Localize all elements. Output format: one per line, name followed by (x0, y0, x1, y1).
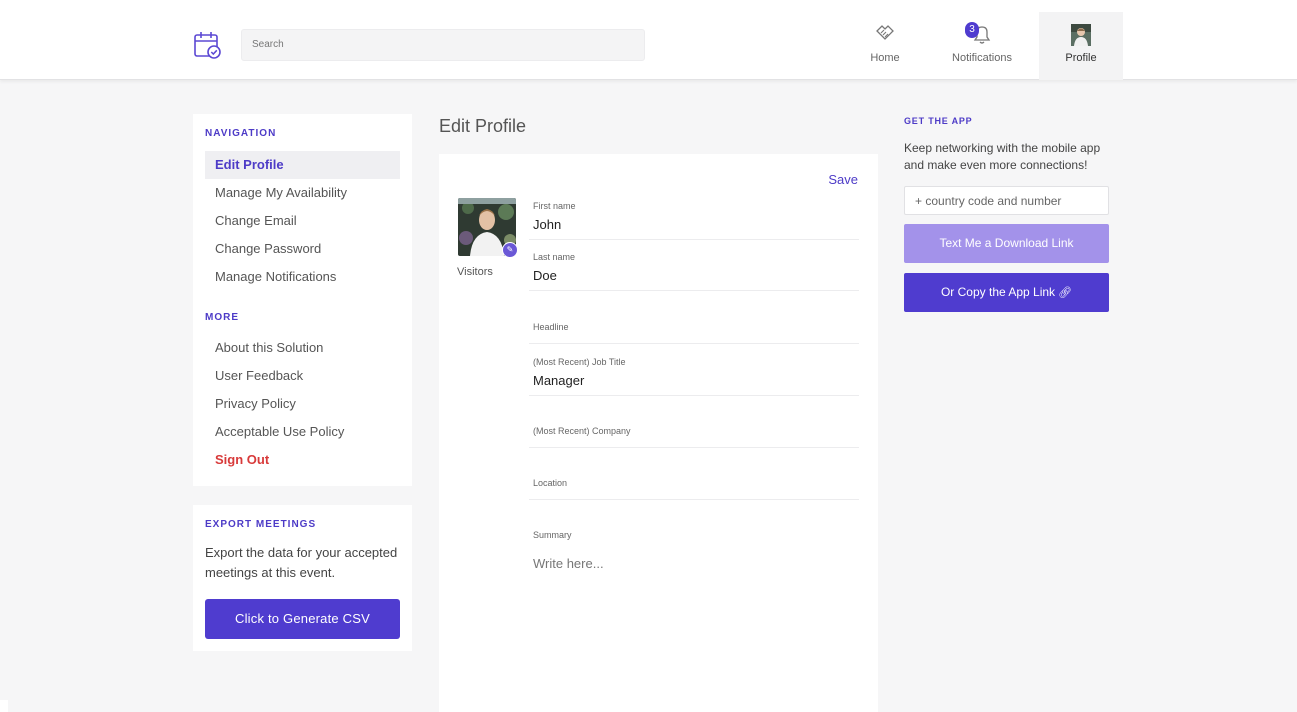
edit-profile-form: Save ✎ Visitors First name John Last nam… (439, 154, 878, 712)
sidebar-item-edit-profile[interactable]: Edit Profile (205, 151, 400, 179)
sign-out-link[interactable]: Sign Out (205, 446, 400, 474)
nav-profile-label: Profile (1065, 52, 1097, 64)
last-name-field[interactable]: Last name Doe (529, 240, 859, 291)
photo-caption: Visitors (457, 266, 493, 278)
app-section-title: GET THE APP (904, 116, 973, 126)
phone-number-input[interactable] (904, 186, 1109, 215)
job-title-field[interactable]: (Most Recent) Job Title Manager (529, 345, 859, 396)
link-icon: 🔗︎ (1058, 287, 1073, 299)
sidebar-item-manage-availability[interactable]: Manage My Availability (205, 179, 400, 207)
app-description: Keep networking with the mobile app and … (904, 141, 1101, 172)
last-name-label: Last name (533, 252, 576, 262)
sidebar-item-user-feedback[interactable]: User Feedback (205, 362, 400, 390)
nav-profile[interactable]: Profile (1039, 12, 1123, 80)
page-edge (0, 700, 8, 712)
company-field[interactable]: (Most Recent) Company (529, 397, 859, 448)
location-label: Location (533, 478, 568, 488)
nav-notifications-label: Notifications (952, 52, 1012, 64)
edit-photo-icon[interactable]: ✎ (502, 242, 518, 258)
job-title-label: (Most Recent) Job Title (533, 357, 626, 367)
sidebar-item-change-email[interactable]: Change Email (205, 207, 400, 235)
sidebar-item-about[interactable]: About this Solution (205, 334, 400, 362)
export-section-title: EXPORT MEETINGS (205, 519, 317, 530)
avatar (1071, 24, 1091, 46)
first-name-value[interactable]: John (533, 217, 561, 232)
copy-app-link-button[interactable]: Or Copy the App Link 🔗︎ (904, 273, 1109, 312)
job-title-value[interactable]: Manager (533, 373, 584, 388)
summary-label: Summary (533, 530, 572, 540)
handshake-icon (874, 22, 896, 47)
navigation-section-title: NAVIGATION (205, 128, 277, 139)
sidebar-item-acceptable-use-policy[interactable]: Acceptable Use Policy (205, 418, 400, 446)
sidebar-item-manage-notifications[interactable]: Manage Notifications (205, 263, 400, 291)
calendar-logo-icon[interactable] (193, 30, 223, 60)
search-input[interactable]: Search (241, 29, 645, 61)
export-description: Export the data for your accepted meetin… (205, 545, 398, 580)
location-field[interactable]: Location (529, 449, 859, 500)
text-download-link-button[interactable]: Text Me a Download Link (904, 224, 1109, 263)
top-bar: Search Home 3 Notifications Profile (0, 0, 1297, 80)
company-label: (Most Recent) Company (533, 426, 631, 436)
export-meetings-card: EXPORT MEETINGS Export the data for your… (193, 505, 412, 651)
page-title: Edit Profile (439, 116, 527, 136)
copy-app-link-label: Or Copy the App Link (940, 285, 1056, 299)
generate-csv-button[interactable]: Click to Generate CSV (205, 599, 400, 639)
nav-notifications[interactable]: 3 Notifications (932, 12, 1032, 80)
sidebar-item-privacy-policy[interactable]: Privacy Policy (205, 390, 400, 418)
nav-home-label: Home (870, 52, 900, 64)
first-name-field[interactable]: First name John (529, 189, 859, 240)
notification-count-badge: 3 (965, 22, 979, 38)
first-name-label: First name (533, 201, 576, 211)
sidebar-navigation: NAVIGATION Edit Profile Manage My Availa… (193, 114, 412, 486)
sidebar-item-change-password[interactable]: Change Password (205, 235, 400, 263)
summary-textarea[interactable]: Write here... (533, 556, 604, 571)
nav-home[interactable]: Home (855, 12, 915, 80)
headline-label: Headline (533, 322, 569, 332)
more-section-title: MORE (205, 312, 239, 323)
headline-field[interactable]: Headline (529, 293, 859, 344)
last-name-value[interactable]: Doe (533, 268, 557, 283)
save-button[interactable]: Save (828, 172, 858, 187)
